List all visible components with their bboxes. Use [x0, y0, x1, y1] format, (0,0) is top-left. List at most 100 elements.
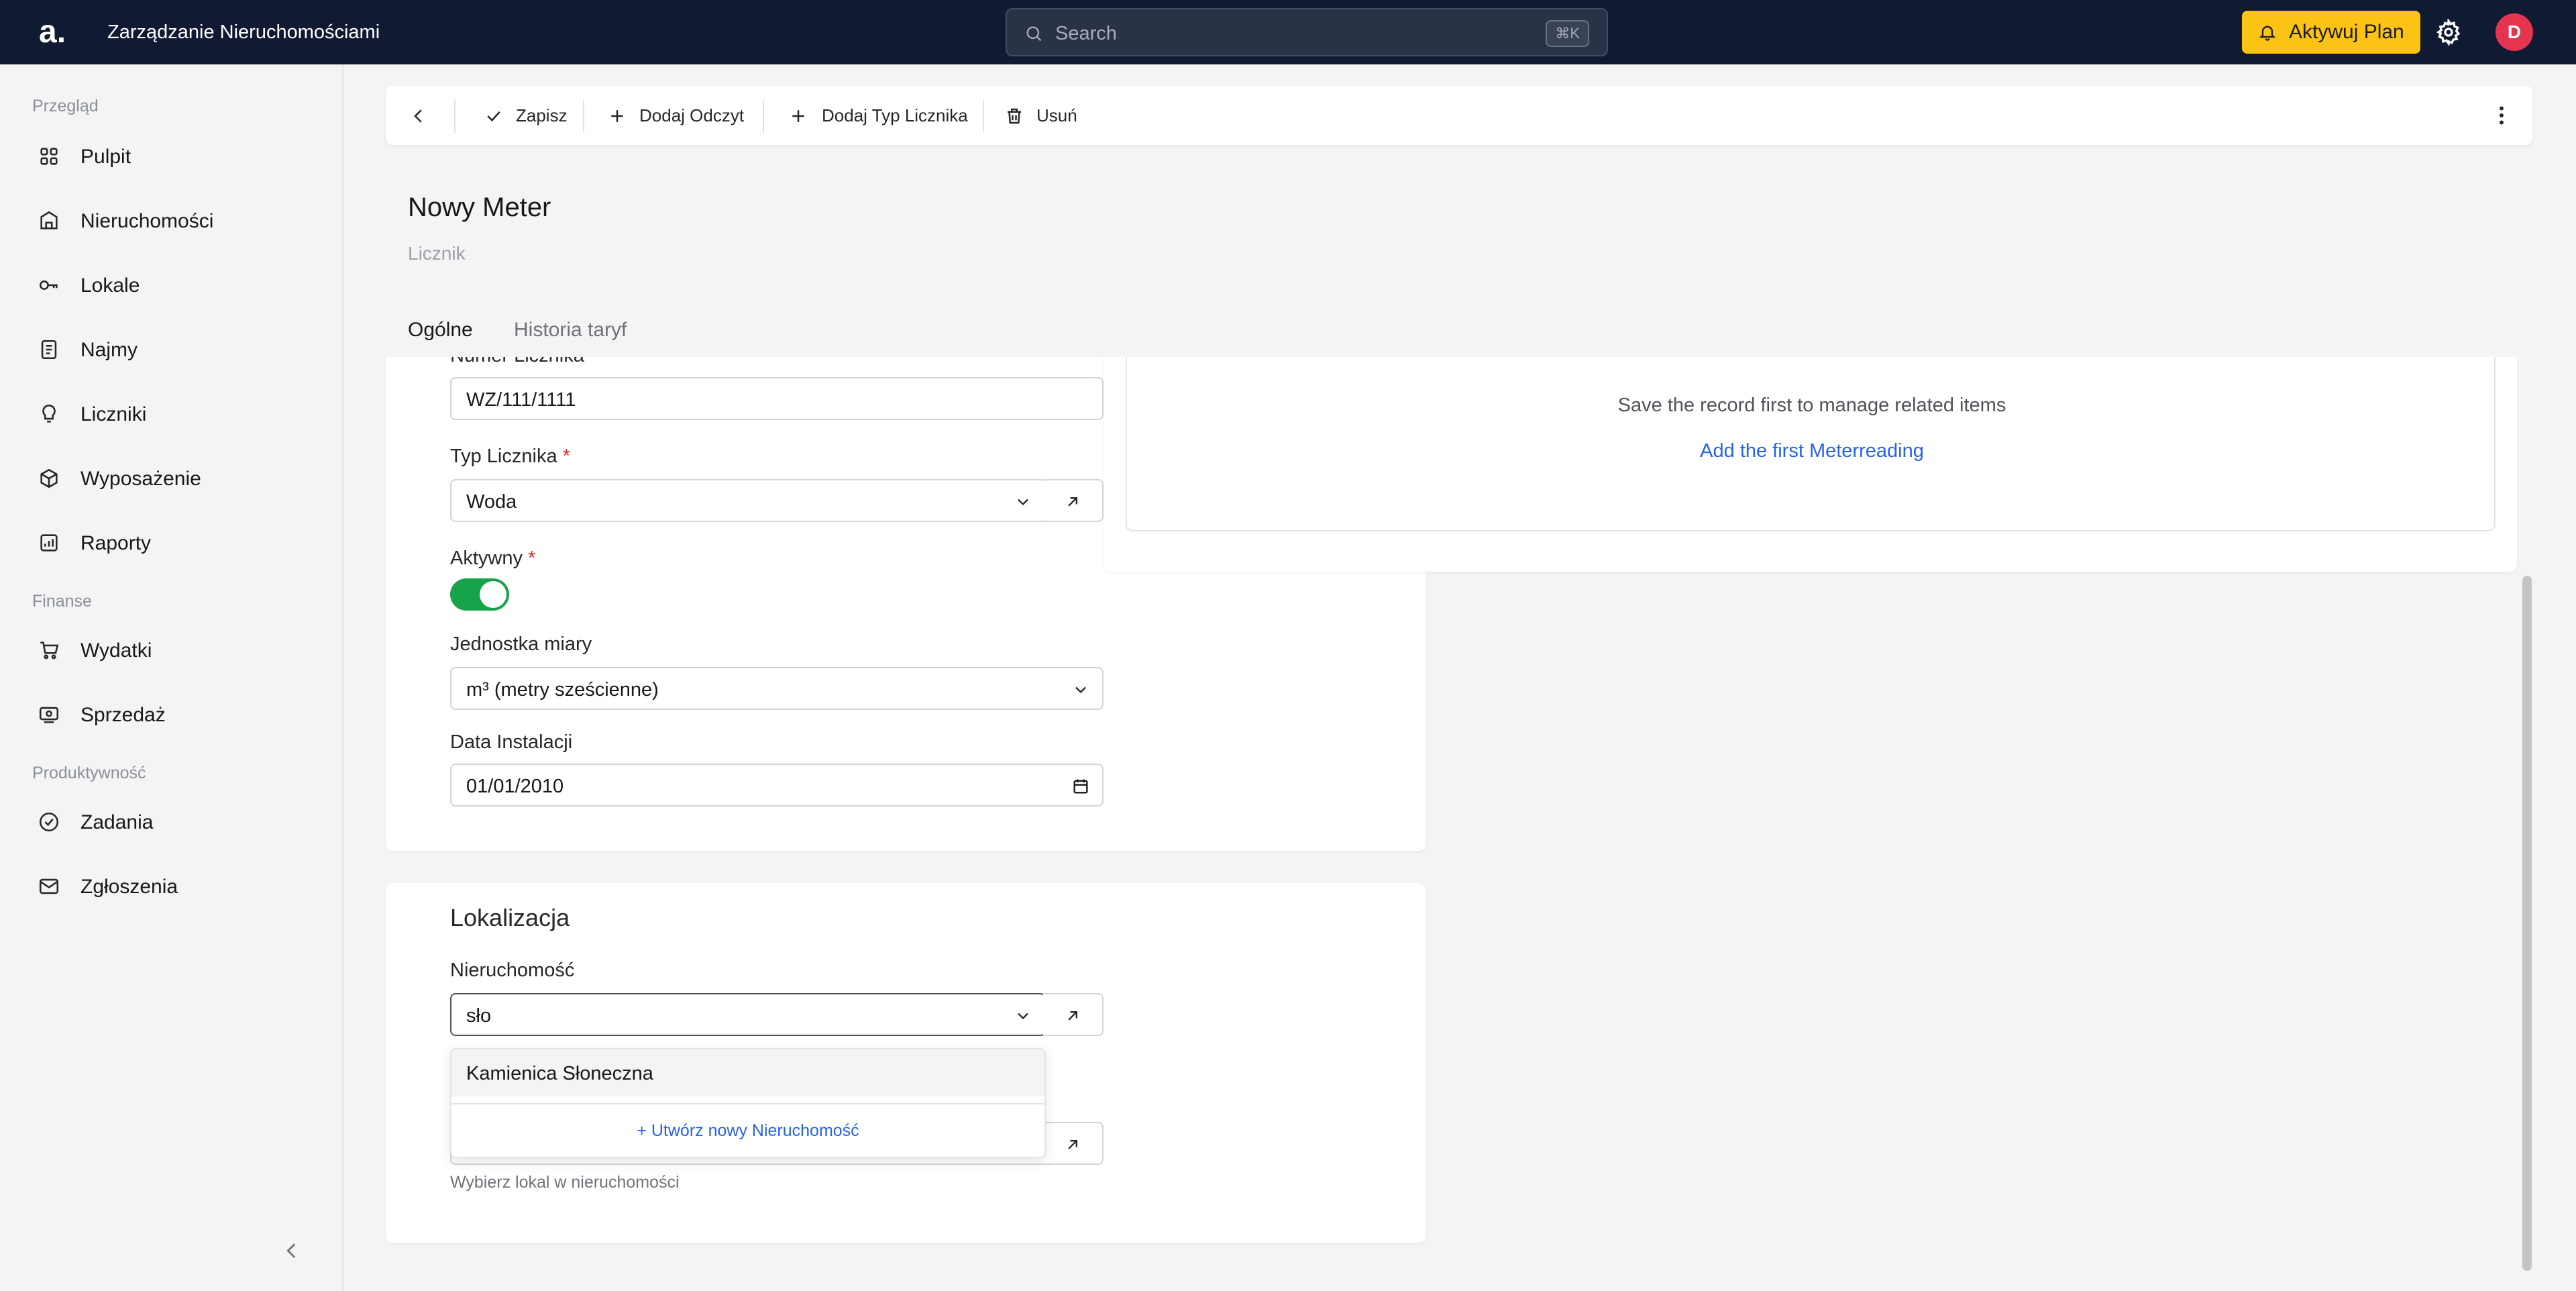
dropdown-divider [451, 1103, 1044, 1104]
calendar-icon[interactable] [1071, 777, 1090, 796]
tab-tariff-history[interactable]: Historia taryf [514, 317, 627, 344]
meter-number-field[interactable]: WZ/111/1111 [450, 377, 1104, 420]
record-toolbar: Zapisz Dodaj Odczyt Dodaj Typ Licznika U… [386, 86, 2532, 145]
collapse-sidebar-icon[interactable] [280, 1237, 303, 1264]
activate-plan-button[interactable]: Aktywuj Plan [2242, 11, 2420, 54]
active-label: Aktywny * [450, 548, 536, 569]
meter-number-label: Numer Licznika [450, 357, 584, 368]
chevron-down-icon [1075, 686, 1086, 694]
location-section-title: Lokalizacja [450, 904, 570, 931]
avatar[interactable]: D [2496, 13, 2533, 51]
gear-icon[interactable] [2435, 19, 2462, 46]
dropdown-option-label: Kamienica Słoneczna [466, 1063, 653, 1084]
page-title: Nowy Meter [408, 193, 551, 222]
sidebar-item-properties[interactable]: Nieruchomości [32, 201, 314, 242]
more-options-icon[interactable] [2489, 103, 2514, 127]
sidebar-section-overview: Przegląd [32, 97, 99, 115]
add-meter-type-label: Dodaj Typ Licznika [822, 105, 968, 125]
search-icon [1026, 26, 1042, 42]
unit-select[interactable]: m³ (metry sześcienne) [450, 667, 1104, 710]
gauge-icon [42, 404, 56, 423]
sidebar-section-productivity: Produktywność [32, 764, 146, 782]
report-icon [40, 534, 58, 552]
sidebar-item-meters[interactable]: Liczniki [32, 395, 314, 435]
sidebar-item-label: Lokale [80, 274, 140, 297]
sidebar: Przegląd Pulpit Nieruchomości Lokale Naj… [0, 64, 343, 1291]
bell-icon [2259, 25, 2276, 41]
meter-type-select[interactable]: Woda [450, 479, 1046, 522]
sidebar-item-sales[interactable]: Sprzedaż [32, 695, 314, 735]
grid-icon [40, 148, 58, 165]
property-dropdown: Kamienica Słoneczna + Utwórz nowy Nieruc… [450, 1048, 1046, 1158]
add-reading-button[interactable]: Dodaj Odczyt [584, 86, 745, 145]
meter-type-label: Typ Licznika * [450, 446, 570, 467]
save-button[interactable]: Zapisz [455, 86, 583, 145]
related-readings-card: Save the record first to manage related … [1104, 357, 2517, 572]
external-link-icon [1068, 1011, 1077, 1021]
key-icon [39, 280, 58, 290]
sidebar-item-label: Sprzedaż [80, 704, 166, 726]
chevron-down-icon [1018, 1013, 1028, 1020]
plus-icon [611, 110, 623, 122]
cart-icon [40, 641, 59, 660]
add-first-reading-link[interactable]: Add the first Meterreading [1127, 440, 2497, 462]
activate-plan-label: Aktywuj Plan [2289, 21, 2404, 43]
sidebar-item-label: Najmy [80, 339, 138, 361]
delete-button[interactable]: Usuń [984, 86, 1091, 145]
create-property-link[interactable]: + Utwórz nowy Nieruchomość [451, 1114, 1044, 1147]
sidebar-item-expenses[interactable]: Wydatki [32, 631, 314, 671]
sidebar-item-label: Pulpit [80, 146, 131, 168]
cash-icon [39, 707, 59, 723]
open-property-button[interactable] [1043, 993, 1104, 1036]
related-empty-text: Save the record first to manage related … [1617, 395, 2006, 416]
search-input[interactable]: Search ⌘K [1006, 8, 1608, 56]
external-link-icon [1068, 1140, 1077, 1149]
chevron-left-icon [414, 109, 422, 123]
sidebar-item-label: Zgłoszenia [80, 876, 178, 898]
sidebar-item-label: Nieruchomości [80, 210, 214, 232]
check-circle-icon [39, 812, 59, 832]
meter-number-value: WZ/111/1111 [466, 389, 576, 411]
active-toggle[interactable] [450, 578, 509, 611]
sidebar-item-label: Raporty [80, 532, 152, 554]
sidebar-item-label: Liczniki [80, 403, 147, 425]
box-icon [40, 468, 58, 488]
search-placeholder: Search [1055, 23, 1117, 44]
app-title: Zarządzanie Nieruchomościami [107, 21, 380, 43]
meter-type-value: Woda [466, 491, 517, 513]
sidebar-item-equipment[interactable]: Wyposażenie [32, 459, 314, 499]
app-logo[interactable]: a. [39, 12, 66, 52]
property-search-value: sło [466, 1005, 492, 1027]
back-button[interactable] [386, 86, 453, 145]
add-meter-type-button[interactable]: Dodaj Typ Licznika [764, 86, 979, 145]
sidebar-item-leases[interactable]: Najmy [32, 330, 314, 370]
top-bar: a. Zarządzanie Nieruchomościami Search ⌘… [0, 0, 2576, 64]
sidebar-item-reports[interactable]: Raporty [32, 523, 314, 564]
open-unit-button[interactable] [1043, 1122, 1104, 1165]
property-select[interactable]: sło [450, 993, 1046, 1036]
sidebar-item-units[interactable]: Lokale [32, 266, 314, 306]
unit-value: m³ (metry sześcienne) [466, 679, 659, 701]
related-empty-state: Save the record first to manage related … [1126, 357, 2496, 531]
sidebar-item-tickets[interactable]: Zgłoszenia [32, 867, 314, 907]
location-card: Lokalizacja Nieruchomość sło Wybierz lok… [386, 883, 1426, 1243]
tab-general[interactable]: Ogólne [408, 317, 473, 344]
sidebar-item-tasks[interactable]: Zadania [32, 803, 314, 843]
save-label: Zapisz [516, 105, 568, 125]
chevron-down-icon [1018, 499, 1028, 506]
trash-icon [1008, 108, 1021, 124]
document-icon [41, 340, 57, 360]
content-area: Numer Licznika WZ/111/1111 Typ Licznika … [343, 357, 2576, 1291]
install-date-field[interactable]: 01/01/2010 [450, 764, 1104, 807]
dropdown-option[interactable]: Kamienica Słoneczna [451, 1049, 1044, 1096]
unit-label: Jednostka miary [450, 633, 592, 655]
plus-icon [792, 110, 804, 122]
open-meter-type-button[interactable] [1043, 479, 1104, 522]
sidebar-item-label: Zadania [80, 811, 154, 833]
sidebar-item-label: Wyposażenie [80, 468, 201, 490]
scrollbar-thumb[interactable] [2522, 576, 2532, 1271]
sidebar-item-dashboard[interactable]: Pulpit [32, 137, 314, 177]
mail-icon [39, 878, 59, 894]
check-icon [487, 111, 500, 122]
unit-help-text: Wybierz lokal w nieruchomości [450, 1173, 680, 1192]
